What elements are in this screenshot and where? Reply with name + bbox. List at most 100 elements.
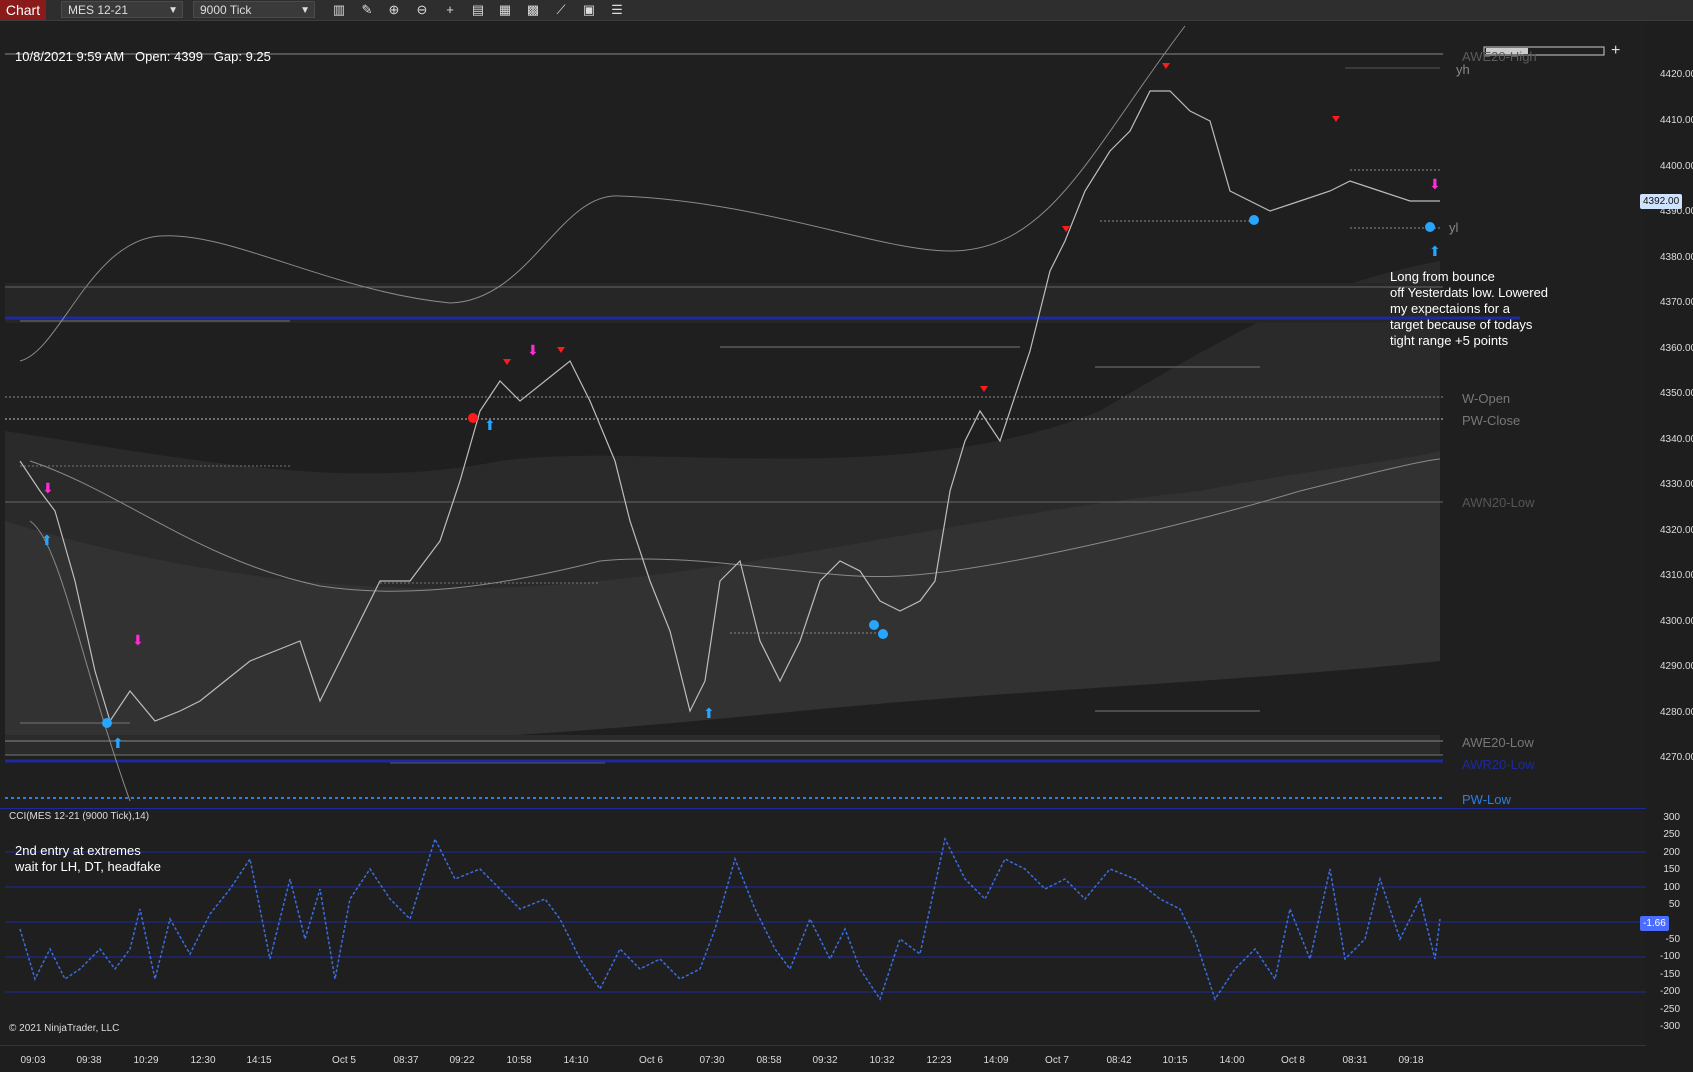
time-tick: 08:58 xyxy=(756,1055,782,1066)
note-line: Long from bounce xyxy=(1390,269,1495,284)
time-tick: 09:03 xyxy=(20,1055,46,1066)
bar-type-icon[interactable]: ▥ xyxy=(331,2,347,18)
cci-plot xyxy=(5,836,1646,1001)
properties-icon[interactable]: ▤ xyxy=(470,2,486,18)
price-plot: ⬇ ⬇ ⬇ ⬇ ⬆ ⬆ ⬆ ⬆ ⬆ xyxy=(5,25,1605,802)
time-tick: 08:37 xyxy=(393,1055,419,1066)
level-label-pw-close: PW-Close xyxy=(1462,413,1521,428)
svg-text:⬇: ⬇ xyxy=(132,632,144,648)
bar-open: Open: 4399 xyxy=(135,49,203,64)
note-line: tight range +5 points xyxy=(1390,333,1509,348)
svg-text:⬇: ⬇ xyxy=(527,342,539,358)
time-tick: 09:22 xyxy=(449,1055,475,1066)
price-tick: 4410.00 xyxy=(1660,115,1693,126)
cci-note: 2nd entry at extremes wait for LH, DT, h… xyxy=(15,843,161,875)
svg-text:⬆: ⬆ xyxy=(484,417,496,433)
indicators-icon[interactable]: ▩ xyxy=(525,2,541,18)
price-tick: 4290.00 xyxy=(1660,661,1693,672)
instrument-value: MES 12-21 xyxy=(68,3,129,17)
time-tick: 10:32 xyxy=(869,1055,895,1066)
time-tick: 12:23 xyxy=(926,1055,952,1066)
note-line: 2nd entry at extremes xyxy=(15,843,141,858)
chevron-down-icon: ▼ xyxy=(168,5,178,16)
level-label-w-open: W-Open xyxy=(1462,391,1511,406)
cci-title: CCI(MES 12-21 (9000 Tick),14) xyxy=(9,811,150,822)
level-label-pw-low: PW-Low xyxy=(1462,792,1511,807)
price-tick: 4330.00 xyxy=(1660,479,1693,490)
cci-tick: -300 xyxy=(1659,1021,1680,1032)
svg-text:⬆: ⬆ xyxy=(112,735,124,751)
time-tick: Oct 7 xyxy=(1045,1055,1069,1066)
price-tick: 4270.00 xyxy=(1660,752,1693,763)
level-label-yh: yh xyxy=(1456,62,1470,77)
level-label-yl: yl xyxy=(1449,220,1459,235)
bar-info: 10/8/2021 9:59 AM Open: 4399 Gap: 9.25 xyxy=(15,49,271,64)
level-label-awe20-low: AWE20-Low xyxy=(1462,735,1534,750)
level-label-awe20-high: AWE20-High xyxy=(1462,49,1537,64)
time-tick: 09:38 xyxy=(76,1055,102,1066)
time-tick: Oct 6 xyxy=(639,1055,663,1066)
list-icon[interactable]: ☰ xyxy=(609,2,625,18)
interval-selector[interactable]: 9000 Tick ▼ xyxy=(193,1,315,18)
chart-toolbar: Chart MES 12-21 ▼ 9000 Tick ▼ ▥ ✎ ⊕ ⊖ + ▤ … xyxy=(0,0,1693,21)
cci-tick: -100 xyxy=(1659,951,1680,962)
time-tick: Oct 5 xyxy=(332,1055,356,1066)
time-tick: 14:00 xyxy=(1219,1055,1245,1066)
svg-text:⬆: ⬆ xyxy=(41,532,53,548)
price-axis[interactable] xyxy=(1646,21,1693,806)
time-tick: 14:15 xyxy=(246,1055,272,1066)
cci-tick: -50 xyxy=(1665,934,1680,945)
price-tick: 4370.00 xyxy=(1660,297,1693,308)
cci-tick: 150 xyxy=(1663,864,1680,875)
price-tick: 4300.00 xyxy=(1660,616,1693,627)
price-tick: 4420.00 xyxy=(1660,69,1693,80)
chevron-down-icon: ▼ xyxy=(300,5,310,16)
chart-tab[interactable]: Chart xyxy=(0,0,46,20)
current-cci-badge: -1.66 xyxy=(1640,916,1669,931)
crosshair-icon[interactable]: + xyxy=(442,2,458,18)
price-tick: 4350.00 xyxy=(1660,388,1693,399)
instrument-selector[interactable]: MES 12-21 ▼ xyxy=(61,1,183,18)
drawing-tools-icon[interactable]: ⟋ xyxy=(553,2,569,18)
strategies-icon[interactable]: ▦ xyxy=(497,2,513,18)
time-tick: 07:30 xyxy=(699,1055,725,1066)
svg-text:⬆: ⬆ xyxy=(1429,243,1441,259)
interval-value: 9000 Tick xyxy=(200,3,252,17)
price-tick: 4340.00 xyxy=(1660,434,1693,445)
cci-tick: -200 xyxy=(1659,986,1680,997)
bar-gap: Gap: 9.25 xyxy=(213,49,271,64)
time-tick: 12:30 xyxy=(190,1055,216,1066)
add-panel-icon[interactable]: + xyxy=(1611,42,1620,60)
time-tick: 09:32 xyxy=(812,1055,838,1066)
level-label-awr20-low: AWR20-Low xyxy=(1462,757,1535,772)
price-panel[interactable]: ⬇ ⬇ ⬇ ⬇ ⬆ ⬆ ⬆ ⬆ ⬆ xyxy=(0,21,1646,806)
svg-text:⬇: ⬇ xyxy=(1429,176,1441,192)
templates-icon[interactable]: ▣ xyxy=(581,2,597,18)
note-line: off Yesterdats low. Lowered xyxy=(1390,285,1549,300)
bar-datetime: 10/8/2021 9:59 AM xyxy=(15,49,125,64)
note-line: wait for LH, DT, headfake xyxy=(15,859,161,874)
time-tick: 09:18 xyxy=(1398,1055,1424,1066)
cci-tick: -250 xyxy=(1659,1004,1680,1015)
pencil-icon[interactable]: ✎ xyxy=(359,2,375,18)
price-tick: 4310.00 xyxy=(1660,570,1693,581)
level-label-awn20-low: AWN20-Low xyxy=(1462,495,1535,510)
note-line: target because of todays xyxy=(1390,317,1533,332)
svg-text:⬇: ⬇ xyxy=(42,480,54,496)
time-tick: 08:31 xyxy=(1342,1055,1368,1066)
cci-tick: 100 xyxy=(1663,882,1680,893)
cci-panel[interactable] xyxy=(0,808,1646,1045)
price-tick: 4400.00 xyxy=(1660,161,1693,172)
time-tick: 10:15 xyxy=(1162,1055,1188,1066)
zoom-in-icon[interactable]: ⊕ xyxy=(386,2,402,18)
zoom-out-icon[interactable]: ⊖ xyxy=(414,2,430,18)
time-tick: 14:10 xyxy=(563,1055,589,1066)
cci-tick: 50 xyxy=(1668,899,1680,910)
trade-note: Long from bounce off Yesterdats low. Low… xyxy=(1390,269,1548,349)
price-tick: 4280.00 xyxy=(1660,707,1693,718)
time-tick: 10:29 xyxy=(133,1055,159,1066)
time-tick: 14:09 xyxy=(983,1055,1009,1066)
time-tick: 08:42 xyxy=(1106,1055,1132,1066)
cci-tick: 300 xyxy=(1663,812,1680,823)
note-line: my expectaions for a xyxy=(1390,301,1510,316)
